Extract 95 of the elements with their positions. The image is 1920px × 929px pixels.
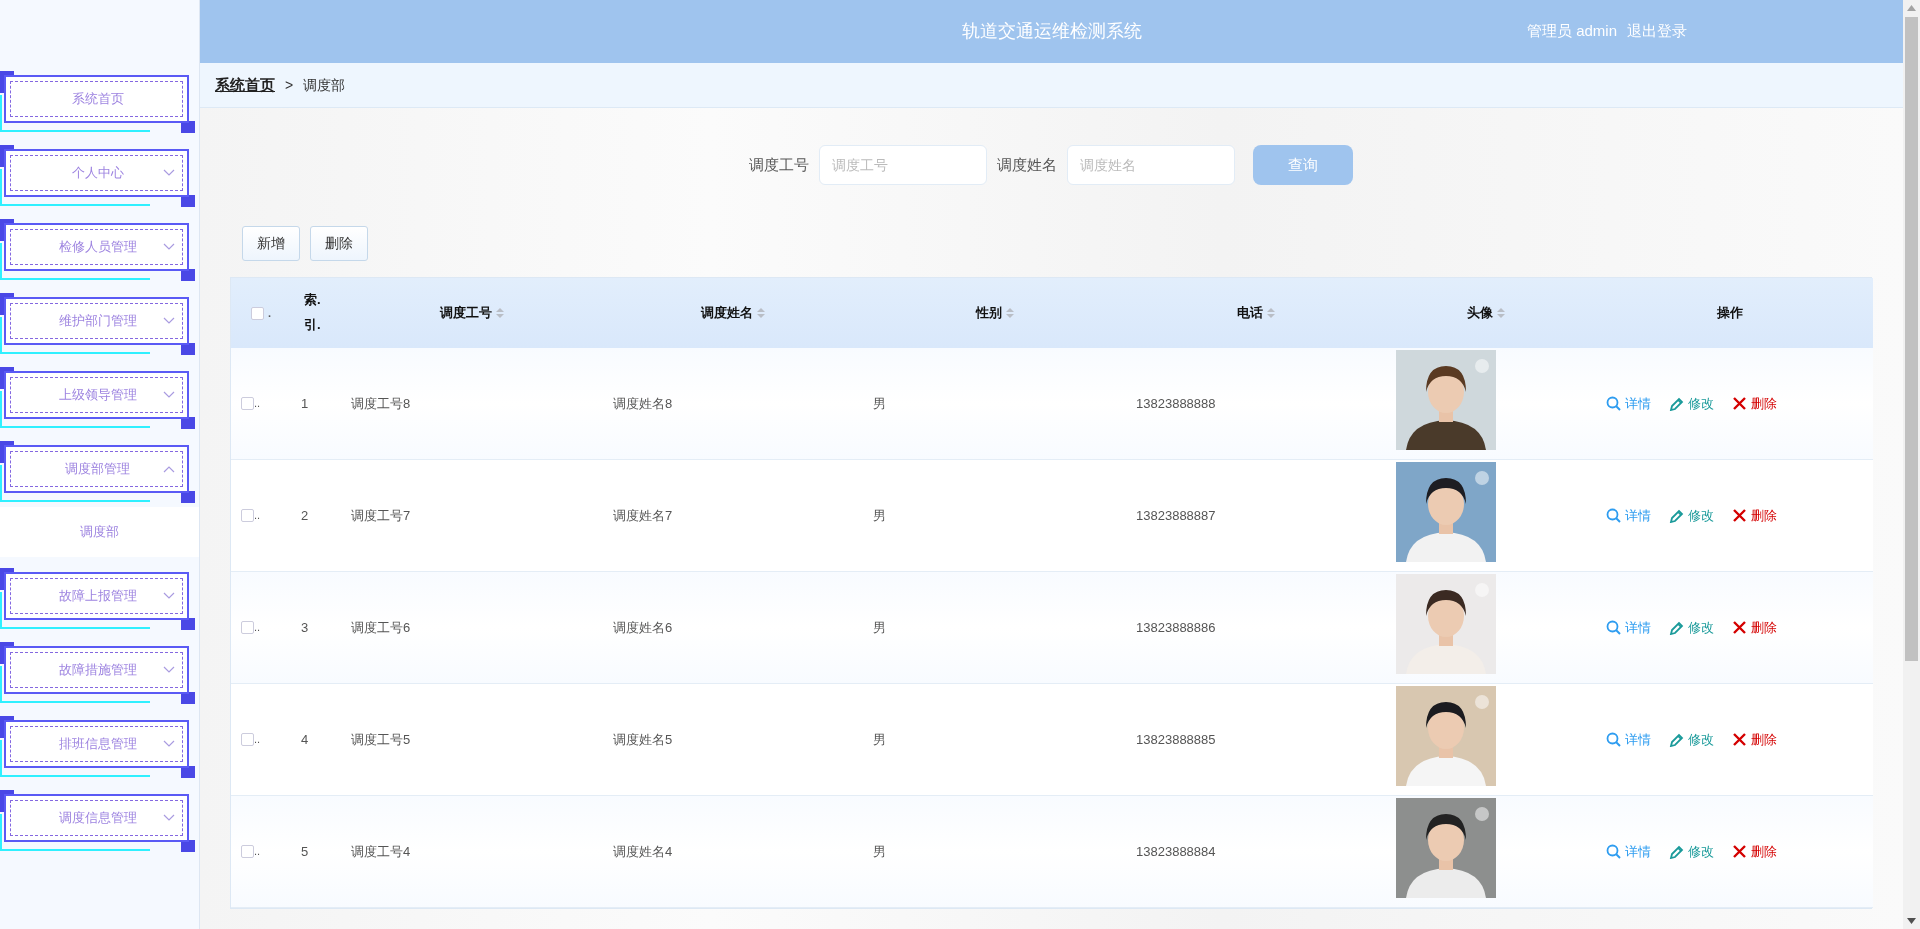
- view-link[interactable]: 详情: [1606, 617, 1651, 638]
- checkbox-label: ..: [254, 620, 261, 636]
- search-icon: [1606, 508, 1621, 523]
- toolbar-button[interactable]: 删除: [310, 226, 368, 261]
- row-checkbox[interactable]: [241, 733, 254, 746]
- pencil-icon: [1669, 396, 1684, 411]
- edit-link[interactable]: 修改: [1669, 841, 1714, 862]
- column-header[interactable]: 性别: [975, 303, 1002, 323]
- breadcrumb-home-link[interactable]: 系统首页: [215, 73, 275, 97]
- view-link[interactable]: 详情: [1606, 841, 1651, 862]
- row-index: 1: [301, 394, 309, 413]
- table-cell-text: 调度姓名6: [613, 618, 673, 637]
- table-cell-text: 男: [873, 618, 886, 637]
- close-icon: [1732, 620, 1747, 635]
- search-field[interactable]: 调度姓名: [1067, 145, 1235, 185]
- search-field[interactable]: 调度工号: [819, 145, 987, 185]
- row-index: 5: [301, 842, 309, 861]
- edit-link[interactable]: 修改: [1669, 617, 1714, 638]
- scrollbar-thumb[interactable]: [1905, 17, 1918, 661]
- column-header[interactable]: 头像: [1467, 303, 1493, 323]
- scroll-down-icon[interactable]: [1907, 918, 1916, 924]
- table-cell-text: 男: [873, 730, 886, 749]
- user-label: 管理员 admin: [1526, 21, 1617, 42]
- table-cell-text: 调度工号6: [351, 618, 411, 637]
- table-cell-text: 调度姓名4: [613, 842, 673, 861]
- row-checkbox[interactable]: [241, 509, 254, 522]
- table-cell-text: 调度工号4: [351, 842, 411, 861]
- table-cell-text: 13823888885: [1136, 730, 1216, 749]
- sort-icon[interactable]: [1497, 308, 1505, 318]
- close-icon: [1732, 732, 1747, 747]
- pencil-icon: [1669, 732, 1684, 747]
- checkbox-label: ..: [254, 508, 261, 524]
- column-header[interactable]: 电话: [1237, 303, 1263, 323]
- sort-icon[interactable]: [757, 308, 765, 318]
- row-checkbox[interactable]: [241, 621, 254, 634]
- table-cell-text: 调度姓名7: [613, 506, 673, 525]
- pencil-icon: [1669, 508, 1684, 523]
- select-all-checkbox[interactable]: [250, 306, 264, 320]
- toolbar-button[interactable]: 新增: [242, 226, 300, 261]
- field-label: 调度姓名: [997, 154, 1057, 175]
- row-index: 4: [301, 730, 309, 749]
- table-cell-text: 13823888884: [1136, 842, 1216, 861]
- pencil-icon: [1669, 620, 1684, 635]
- column-header[interactable]: 调度工号: [440, 303, 492, 323]
- sort-icon[interactable]: [1267, 308, 1275, 318]
- table-cell-text: 男: [873, 842, 886, 861]
- view-link[interactable]: 详情: [1606, 393, 1651, 414]
- delete-link[interactable]: 删除: [1732, 841, 1777, 862]
- search-icon: [1606, 732, 1621, 747]
- view-link[interactable]: 详情: [1606, 729, 1651, 750]
- row-checkbox[interactable]: [241, 397, 254, 410]
- table-cell-text: 13823888887: [1136, 506, 1216, 525]
- checkbox-label: ..: [254, 396, 261, 412]
- checkbox-label: .: [267, 305, 272, 321]
- breadcrumb-current: 调度部: [303, 75, 346, 95]
- edit-link[interactable]: 修改: [1669, 505, 1714, 526]
- row-index: 3: [301, 618, 309, 637]
- sidebar-subitem[interactable]: 调度部: [0, 507, 199, 557]
- field-label: 调度工号: [749, 154, 809, 175]
- table-cell-text: 男: [873, 506, 886, 525]
- checkbox-label: ..: [254, 732, 261, 748]
- table-cell-text: 调度工号8: [351, 394, 411, 413]
- close-icon: [1732, 396, 1747, 411]
- checkbox-label: ..: [254, 844, 261, 860]
- scroll-up-icon[interactable]: [1907, 5, 1916, 11]
- table-cell-text: 调度工号7: [351, 506, 411, 525]
- breadcrumb-separator: >: [285, 75, 294, 95]
- delete-link[interactable]: 删除: [1732, 729, 1777, 750]
- close-icon: [1732, 508, 1747, 523]
- column-header: 操作: [1716, 304, 1743, 323]
- table-cell-text: 调度姓名5: [613, 730, 673, 749]
- delete-link[interactable]: 删除: [1732, 505, 1777, 526]
- table-cell-text: 调度工号5: [351, 730, 411, 749]
- edit-link[interactable]: 修改: [1669, 393, 1714, 414]
- row-index: 2: [301, 506, 309, 525]
- system-title: 轨道交通运维检测系统: [961, 20, 1142, 43]
- column-header[interactable]: 调度姓名: [701, 303, 753, 323]
- table-cell-text: 男: [873, 394, 886, 413]
- sort-icon[interactable]: [1005, 308, 1014, 318]
- edit-link[interactable]: 修改: [1669, 729, 1714, 750]
- table-cell-text: 调度姓名8: [613, 394, 673, 413]
- scrollbar[interactable]: [1903, 0, 1920, 929]
- search-icon: [1606, 620, 1621, 635]
- pencil-icon: [1669, 844, 1684, 859]
- sort-icon[interactable]: [496, 308, 504, 318]
- close-icon: [1732, 844, 1747, 859]
- search-icon: [1606, 396, 1621, 411]
- table-cell-text: 13823888886: [1136, 618, 1216, 637]
- delete-link[interactable]: 删除: [1732, 617, 1777, 638]
- row-checkbox[interactable]: [241, 845, 254, 858]
- table-cell-text: 13823888888: [1136, 394, 1216, 413]
- delete-link[interactable]: 删除: [1732, 393, 1777, 414]
- column-header: 索.引.: [304, 291, 322, 334]
- view-link[interactable]: 详情: [1606, 505, 1651, 526]
- search-icon: [1606, 844, 1621, 859]
